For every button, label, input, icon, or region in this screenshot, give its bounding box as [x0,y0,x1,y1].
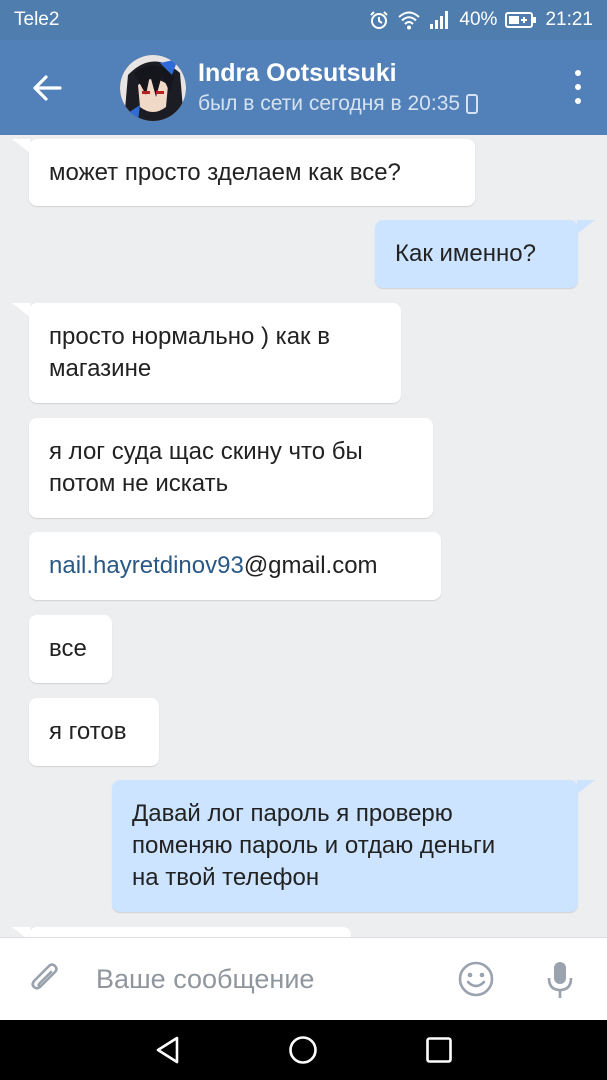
avatar-image [120,54,186,121]
peer-info[interactable]: Indra Ootsutsuki был в сети сегодня в 20… [198,59,479,116]
mic-icon[interactable] [545,960,575,1000]
attach-icon[interactable] [28,961,64,997]
message-text: nail.hayretdinov93@gmail.com [49,550,421,582]
message-text: просто нормально ) как в [49,323,330,350]
nav-back-icon[interactable] [153,1035,183,1065]
message-in[interactable]: я лог суда щас скину что бы потом не иск… [29,418,433,518]
message-text: я готов [49,718,127,745]
bubble-tail [12,303,30,317]
peer-last-seen: был в сети сегодня в 20:35 [198,92,479,116]
back-button[interactable] [0,40,94,135]
avatar[interactable] [120,54,186,121]
clock: 21:21 [545,9,593,30]
bubble-tail [12,139,30,153]
message-text: Как именно? [395,240,536,267]
more-vert-icon[interactable] [573,70,583,104]
carrier-label: Tele2 [14,9,60,30]
message-in[interactable]: nail.hayretdinov93@gmail.com [29,532,441,600]
nav-recents-icon[interactable] [424,1035,454,1065]
message-in[interactable]: я готов [29,698,159,766]
message-text: на твой телефон [132,864,320,891]
back-arrow-icon [33,74,62,101]
alarm-icon [370,11,389,29]
bubble-tail [577,780,595,794]
phone-icon [466,94,479,114]
message-text: Давай лог пароль я проверю [132,800,453,827]
message-text: может просто зделаем как все? [49,158,401,186]
bubble-tail [12,927,30,937]
message-in[interactable]: может просто зделаем как все? [29,139,475,206]
emoji-icon[interactable] [457,960,495,998]
message-out[interactable]: Давай лог пароль я проверю поменяю парол… [112,780,578,912]
wifi-icon [398,11,421,30]
message-text: потом не искать [49,470,229,497]
status-icons: 40% 21:21 [369,9,593,31]
peer-name: Indra Ootsutsuki [198,59,397,87]
email-link[interactable]: nail.hayretdinov93 [49,552,244,579]
message-out[interactable]: Как именно? [375,220,578,288]
message-text: магазине [49,355,152,382]
message-in[interactable]: все [29,615,112,683]
nav-home-icon[interactable] [288,1035,318,1065]
chat-header: Indra Ootsutsuki был в сети сегодня в 20… [0,40,607,135]
email-domain: @gmail.com [243,552,378,579]
last-seen-text: был в сети сегодня в 20:35 [198,92,461,115]
signal-icon [430,11,449,29]
message-text: поменяю пароль и отдаю деньги [132,832,496,859]
message-text: я лог суда щас скину что бы [49,438,363,465]
system-nav-bar [0,1020,607,1080]
message-composer: Ваше сообщение [0,937,607,1020]
message-in-partial[interactable] [29,927,351,937]
message-input[interactable]: Ваше сообщение [96,964,314,995]
message-in[interactable]: просто нормально ) как в магазине [29,303,401,403]
bubble-tail [577,220,595,234]
battery-icon [505,12,537,28]
message-list: может просто зделаем как все? Как именно… [0,135,607,937]
status-bar: Tele2 40% 21:21 [0,0,607,40]
message-text: все [49,635,87,662]
battery-percent: 40% [459,9,498,30]
